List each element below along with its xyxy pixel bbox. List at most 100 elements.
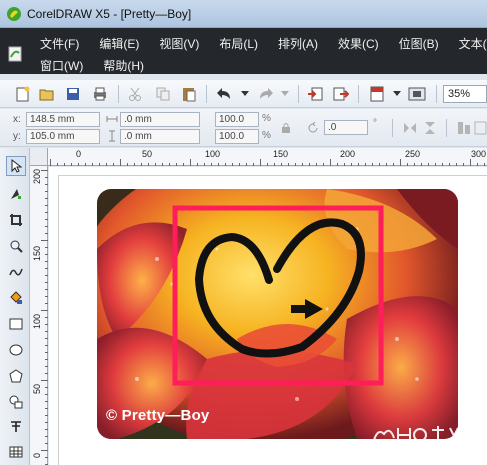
menu-text[interactable]: 文本(X) [459, 35, 487, 52]
text-tool-icon[interactable] [6, 416, 26, 436]
menu-view[interactable]: 视图(V) [159, 35, 199, 52]
ruler-tick [302, 163, 303, 166]
redo-icon[interactable] [256, 85, 274, 103]
mirror-vertical-icon[interactable] [422, 120, 438, 136]
smart-fill-icon[interactable] [6, 288, 26, 308]
export-icon[interactable] [332, 85, 350, 103]
y-position-field[interactable]: 105.0 mm [26, 129, 100, 144]
ruler-tick [127, 163, 128, 166]
copy-icon[interactable] [154, 85, 172, 103]
rose-photo[interactable] [97, 189, 458, 439]
ruler-tick [45, 324, 48, 325]
ruler-tick [421, 163, 422, 166]
ruler-tick [45, 226, 48, 227]
width-field[interactable]: .0 mm [120, 112, 200, 127]
basic-shapes-icon[interactable] [6, 392, 26, 412]
wrap-icon[interactable] [474, 120, 487, 136]
ruler-tick [45, 422, 48, 423]
ruler-tick [45, 177, 48, 178]
print-icon[interactable] [91, 85, 109, 103]
ruler-tick [45, 457, 48, 458]
ruler-tick [337, 163, 338, 166]
scale-y-field[interactable]: 100.0 [215, 129, 259, 144]
publish-dropdown-icon[interactable] [388, 85, 406, 103]
menu-file[interactable]: 文件(F) [40, 35, 79, 52]
ruler-tick [141, 163, 142, 166]
ruler-tick [45, 415, 48, 416]
ruler-tick [45, 289, 48, 290]
ruler-tick [379, 163, 380, 166]
mirror-horizontal-icon[interactable] [402, 120, 418, 136]
ruler-tick [400, 159, 401, 166]
ruler-tick [45, 233, 48, 234]
full-screen-preview-icon[interactable] [408, 85, 426, 103]
table-tool-icon[interactable] [6, 442, 26, 462]
ruler-tick [407, 163, 408, 166]
crop-tool-icon[interactable] [6, 210, 26, 230]
ruler-tick [45, 352, 48, 353]
title-bar: CorelDRAW X5 - [Pretty—Boy] [0, 0, 487, 28]
menu-edit[interactable]: 编辑(E) [99, 35, 139, 52]
ruler-tick [41, 240, 48, 241]
window-title: CorelDRAW X5 - [Pretty—Boy] [27, 7, 192, 21]
ruler-tick [183, 163, 184, 166]
zoom-level-field[interactable]: 35% [443, 85, 487, 103]
vertical-ruler[interactable]: 200 150 100 50 0 [30, 166, 48, 465]
pick-tool-icon[interactable] [6, 156, 26, 176]
zoom-tool-icon[interactable] [6, 236, 26, 256]
lock-ratio-icon[interactable] [281, 122, 291, 134]
menu-help[interactable]: 帮助(H) [103, 57, 144, 74]
menu-layout[interactable]: 布局(L) [219, 35, 258, 52]
ellipse-tool-icon[interactable] [6, 340, 26, 360]
new-document-icon[interactable] [14, 85, 32, 103]
ruler-tick [45, 373, 48, 374]
document-icon[interactable] [8, 46, 22, 62]
ruler-tick [99, 163, 100, 166]
paste-icon[interactable] [180, 85, 198, 103]
ruler-tick [484, 163, 485, 166]
ruler-tick [162, 163, 163, 166]
menu-effects[interactable]: 效果(C) [338, 35, 379, 52]
import-icon[interactable] [306, 85, 324, 103]
scale-x-field[interactable]: 100.0 [215, 112, 259, 127]
height-field[interactable]: .0 mm [120, 129, 200, 144]
publish-pdf-icon[interactable] [368, 85, 386, 103]
shape-tool-icon[interactable] [6, 184, 26, 204]
ruler-tick [274, 163, 275, 166]
property-bar: x: 148.5 mm y: 105.0 mm .0 mm .0 mm 100.… [0, 109, 487, 147]
ruler-tick [218, 163, 219, 166]
undo-icon[interactable] [216, 85, 234, 103]
ruler-tick [45, 429, 48, 430]
ruler-tick [45, 296, 48, 297]
rotation-angle-field[interactable]: .0 [324, 120, 368, 135]
horizontal-ruler[interactable]: 0 50 100 150 200 250 300 [30, 148, 487, 166]
ruler-tick [253, 163, 254, 166]
ruler-tick [45, 366, 48, 367]
ruler-origin-corner[interactable] [30, 148, 48, 166]
menu-window[interactable]: 窗口(W) [40, 57, 83, 74]
ruler-tick [45, 198, 48, 199]
ruler-tick [78, 163, 79, 166]
cut-icon[interactable] [126, 85, 144, 103]
ruler-tick [45, 387, 48, 388]
polygon-tool-icon[interactable] [6, 366, 26, 386]
undo-dropdown-icon[interactable] [236, 85, 254, 103]
ruler-tick [449, 163, 450, 166]
rectangle-tool-icon[interactable] [6, 314, 26, 334]
scale-y-unit: % [262, 130, 271, 141]
ruler-tick [41, 170, 48, 171]
coreldraw-app-icon[interactable] [6, 6, 22, 22]
open-folder-icon[interactable] [38, 85, 56, 103]
x-position-field[interactable]: 148.5 mm [26, 112, 100, 127]
align-icon[interactable] [456, 120, 472, 136]
menu-arrange[interactable]: 排列(A) [278, 35, 318, 52]
menu-bitmaps[interactable]: 位图(B) [399, 35, 439, 52]
ruler-tick [45, 254, 48, 255]
freehand-tool-icon[interactable] [6, 262, 26, 282]
save-icon[interactable] [64, 85, 82, 103]
menu-row-secondary: 窗口(W) 帮助(H) [40, 57, 164, 74]
ruler-tick [45, 275, 48, 276]
ruler-tick [45, 205, 48, 206]
ruler-tick [41, 310, 48, 311]
redo-dropdown-icon[interactable] [276, 85, 294, 103]
